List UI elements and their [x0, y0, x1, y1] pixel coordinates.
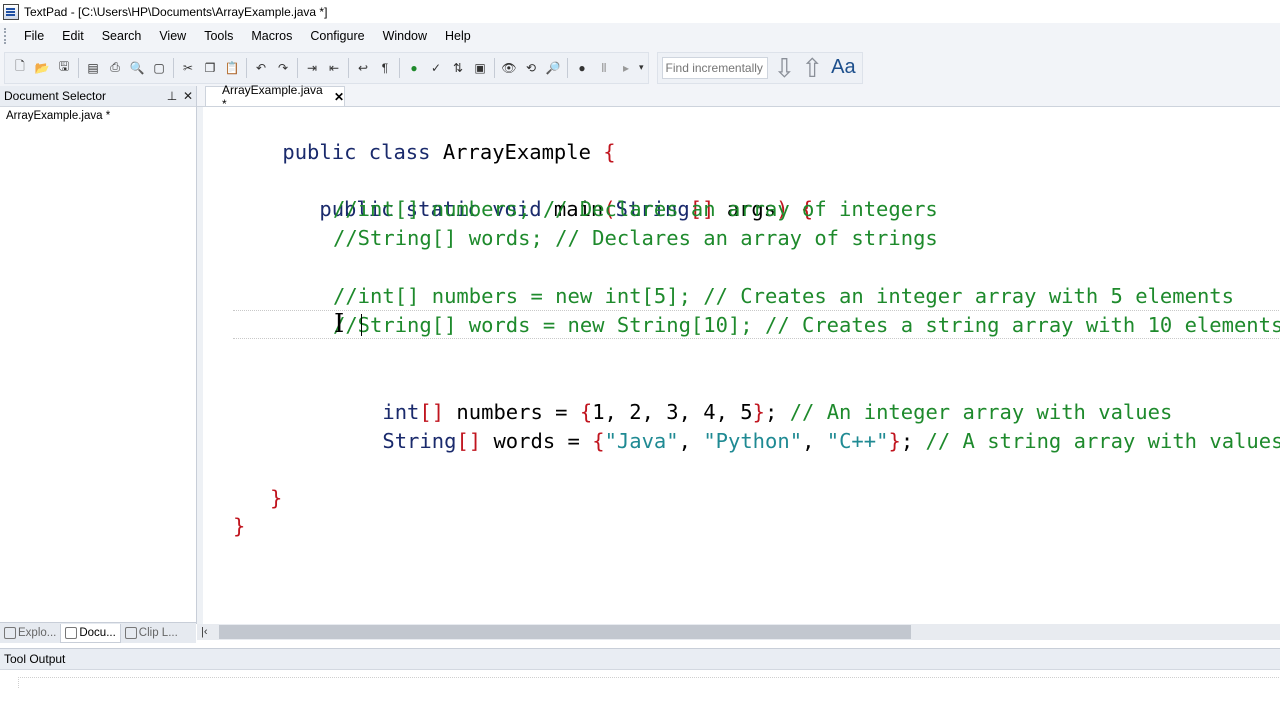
menu-file[interactable]: File: [15, 23, 53, 49]
code-line-4: //String[] words; // Declares an array o…: [333, 226, 938, 250]
pilcrow-icon[interactable]: ¶: [374, 57, 396, 79]
toolbar-separator: [567, 57, 568, 78]
save-all-icon[interactable]: ▤: [82, 57, 104, 79]
scroll-left-icon[interactable]: |‹: [201, 624, 208, 640]
undo-icon[interactable]: ↶: [250, 57, 272, 79]
textpad-app-icon: [3, 3, 19, 20]
find-icon[interactable]: 👁: [498, 57, 520, 79]
menu-macros[interactable]: Macros: [242, 23, 301, 49]
code-line-8: String[] words = {"Java", "Python", "C++…: [382, 429, 1280, 453]
editor-tab-strip: ArrayExample.java * ✕: [197, 83, 1280, 111]
tab-explorer-label: Explo...: [18, 627, 57, 639]
toolbar-separator: [246, 57, 247, 78]
save-icon[interactable]: 🖫: [53, 57, 75, 79]
toolbar-separator: [297, 57, 298, 78]
tab-clip-label: Clip L...: [138, 627, 178, 639]
toolbar-separator: [78, 57, 79, 78]
code-line-2: public static void main(String[] args) {: [319, 197, 814, 221]
stop-icon[interactable]: ▢: [148, 57, 170, 79]
pause-macro-icon[interactable]: Ⅱ: [593, 57, 615, 79]
tool-output-panel: Tool Output: [0, 648, 1280, 721]
replace-icon[interactable]: ⟲: [520, 57, 542, 79]
panel-tabs: Explo... Docu... Clip L...: [0, 622, 196, 643]
compare-icon[interactable]: ▣: [469, 57, 491, 79]
menu-tools[interactable]: Tools: [195, 23, 242, 49]
paste-icon[interactable]: 📋: [221, 57, 243, 79]
copy-icon[interactable]: ❐: [199, 57, 221, 79]
indent-icon[interactable]: ⇥: [301, 57, 323, 79]
record-macro-icon[interactable]: ●: [571, 57, 593, 79]
spell-check-icon[interactable]: ✓: [425, 57, 447, 79]
document-icon: [65, 626, 78, 639]
text-caret: [361, 314, 362, 336]
toolbar: 🗋 📂 🖫 ▤ ⎙ 🔍 ▢ ✂ ❐ 📋 ↶ ↷ ⇥ ⇤ ↩ ¶ ● ✓ ⇅ ▣ …: [0, 49, 1280, 87]
toolbar-separator: [348, 57, 349, 78]
menu-grip-handle[interactable]: [4, 28, 9, 44]
web-browser-icon[interactable]: ●: [403, 57, 425, 79]
code-line-7: int[] numbers = {1, 2, 3, 4, 5}; // An i…: [382, 400, 1173, 424]
cut-icon[interactable]: ✂: [177, 57, 199, 79]
tab-document-label: Docu...: [79, 626, 116, 639]
tab-explorer[interactable]: Explo...: [0, 624, 60, 642]
outdent-icon[interactable]: ⇤: [323, 57, 345, 79]
toolbar-separator: [173, 57, 174, 78]
menu-help[interactable]: Help: [436, 23, 480, 49]
find-incrementally-input[interactable]: [661, 56, 768, 79]
menu-bar: File Edit Search View Tools Macros Confi…: [0, 23, 1280, 49]
title-bar: TextPad - [C:\Users\HP\Documents\ArrayEx…: [0, 0, 1280, 23]
open-folder-icon[interactable]: 📂: [31, 57, 53, 79]
menu-window[interactable]: Window: [374, 23, 436, 49]
toolbar-separator: [494, 57, 495, 78]
find-previous-arrow-icon[interactable]: ⇧: [801, 55, 823, 81]
code-line-3: //int[] numbers; // Declares an array of…: [333, 197, 938, 221]
window-title: TextPad - [C:\Users\HP\Documents\ArrayEx…: [24, 4, 328, 19]
sort-icon[interactable]: ⇅: [447, 57, 469, 79]
print-preview-icon[interactable]: 🔍: [126, 57, 148, 79]
menu-configure[interactable]: Configure: [301, 23, 373, 49]
close-panel-icon[interactable]: ✕: [180, 89, 196, 103]
menu-edit[interactable]: Edit: [53, 23, 93, 49]
toolbar-separator: [399, 57, 400, 78]
tool-output-header: Tool Output: [0, 649, 1280, 670]
pin-icon[interactable]: ⊥: [164, 89, 180, 103]
word-wrap-icon[interactable]: ↩: [352, 57, 374, 79]
menu-view[interactable]: View: [150, 23, 195, 49]
tool-output-area[interactable]: [18, 677, 1280, 688]
redo-icon[interactable]: ↷: [272, 57, 294, 79]
new-file-icon[interactable]: 🗋: [9, 57, 31, 79]
horizontal-scrollbar[interactable]: |‹: [197, 624, 1280, 640]
match-case-button[interactable]: Aa: [831, 56, 855, 79]
code-line-6: //String[] words = new String[10]; // Cr…: [333, 313, 1280, 337]
clip-library-icon: [124, 627, 137, 639]
document-selector-header: Document Selector ⊥ ✕: [0, 86, 196, 107]
close-tab-icon[interactable]: ✕: [334, 90, 344, 104]
find-incrementally-toolbar: ⇩ ⇧ Aa: [656, 51, 863, 84]
find-next-arrow-icon[interactable]: ⇩: [774, 55, 796, 81]
tab-document-selector[interactable]: Docu...: [60, 623, 121, 643]
document-selector-panel: Document Selector ⊥ ✕ ArrayExample.java …: [0, 86, 197, 624]
code-line-9: }: [270, 486, 283, 510]
scrollbar-thumb[interactable]: [219, 625, 911, 639]
tab-clip-library[interactable]: Clip L...: [121, 624, 182, 642]
document-list-item[interactable]: ArrayExample.java *: [0, 107, 196, 125]
code-line-10: }: [233, 514, 246, 538]
ibeam-cursor-icon: I: [334, 309, 345, 339]
menu-search[interactable]: Search: [93, 23, 151, 49]
standard-toolbar: 🗋 📂 🖫 ▤ ⎙ 🔍 ▢ ✂ ❐ 📋 ↶ ↷ ⇥ ⇤ ↩ ¶ ● ✓ ⇅ ▣ …: [4, 51, 649, 84]
explorer-icon: [4, 627, 16, 639]
tool-output-title: Tool Output: [4, 652, 66, 666]
print-icon[interactable]: ⎙: [104, 57, 126, 79]
toolbar-overflow-icon[interactable]: ▾: [639, 62, 644, 73]
play-macro-icon[interactable]: ▸: [615, 57, 637, 79]
file-tab-arrayexample[interactable]: ArrayExample.java * ✕: [205, 83, 345, 111]
code-editor[interactable]: public class ArrayExample { public stati…: [197, 107, 1280, 624]
code-line-1: public class ArrayExample {: [282, 140, 616, 164]
find-in-files-icon[interactable]: 🔎: [542, 57, 564, 79]
document-selector-title: Document Selector: [4, 89, 107, 103]
code-line-5: //int[] numbers = new int[5]; // Creates…: [333, 284, 1234, 308]
